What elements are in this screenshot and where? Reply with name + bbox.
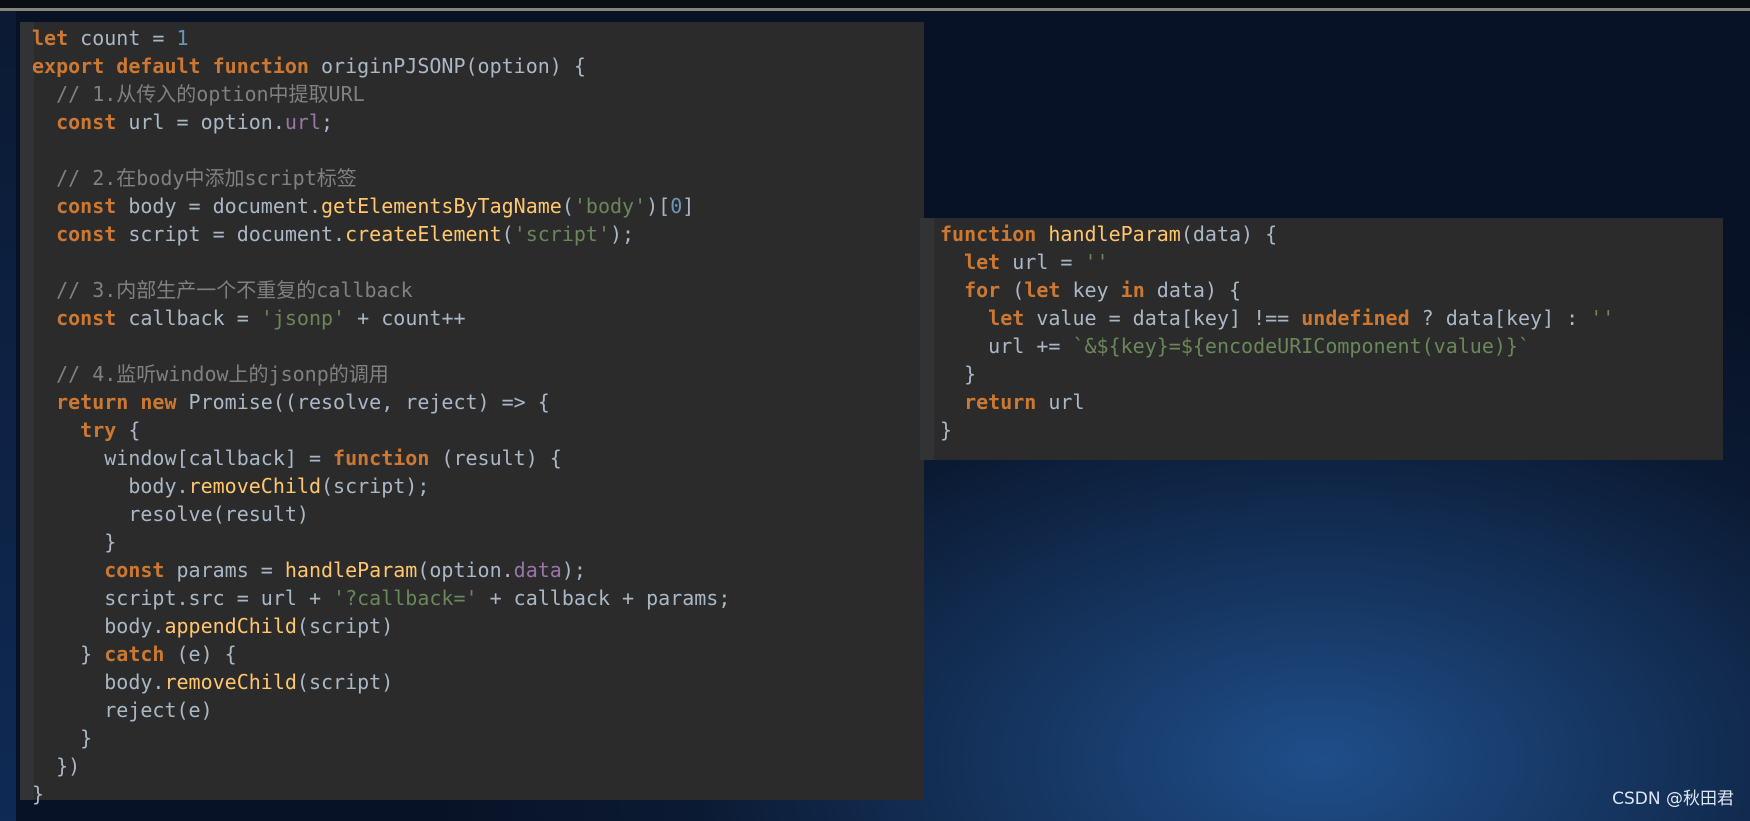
- code-block[interactable]: function handleParam(data) { let url = '…: [940, 220, 1614, 444]
- fold-gutter[interactable]: [920, 218, 934, 460]
- code-line[interactable]: function handleParam(data) {: [940, 220, 1614, 248]
- code-line[interactable]: } catch (e) {: [32, 640, 730, 668]
- code-line[interactable]: body.removeChild(script): [32, 668, 730, 696]
- code-line[interactable]: // 1.从传入的option中提取URL: [32, 80, 730, 108]
- code-line[interactable]: body.removeChild(script);: [32, 472, 730, 500]
- code-line[interactable]: reject(e): [32, 696, 730, 724]
- code-line[interactable]: ​: [32, 332, 730, 360]
- code-line[interactable]: resolve(result): [32, 500, 730, 528]
- code-line[interactable]: }: [32, 528, 730, 556]
- code-line[interactable]: const callback = 'jsonp' + count++: [32, 304, 730, 332]
- code-panel-originPJSONP[interactable]: let count = 1 export default function ori…: [20, 22, 924, 806]
- code-line[interactable]: }: [940, 416, 1614, 444]
- code-line[interactable]: export default function originPJSONP(opt…: [32, 52, 730, 80]
- code-line[interactable]: window[callback] = function (result) {: [32, 444, 730, 472]
- code-line[interactable]: ​: [32, 136, 730, 164]
- code-line[interactable]: }: [940, 360, 1614, 388]
- left-background-strip: [0, 11, 16, 821]
- code-panel-handleParam[interactable]: function handleParam(data) { let url = '…: [920, 218, 1723, 460]
- code-line[interactable]: return url: [940, 388, 1614, 416]
- code-line[interactable]: }: [32, 724, 730, 752]
- code-line[interactable]: ​: [32, 248, 730, 276]
- code-block[interactable]: let count = 1 export default function ori…: [32, 24, 730, 808]
- csdn-watermark: CSDN @秋田君: [1612, 789, 1734, 809]
- code-line[interactable]: const url = option.url;: [32, 108, 730, 136]
- code-line[interactable]: script.src = url + '?callback=' + callba…: [32, 584, 730, 612]
- code-line[interactable]: try {: [32, 416, 730, 444]
- code-line[interactable]: return new Promise((resolve, reject) => …: [32, 388, 730, 416]
- code-line[interactable]: let url = '': [940, 248, 1614, 276]
- code-line[interactable]: // 4.监听window上的jsonp的调用: [32, 360, 730, 388]
- code-line[interactable]: let value = data[key] !== undefined ? da…: [940, 304, 1614, 332]
- code-line[interactable]: const body = document.getElementsByTagNa…: [32, 192, 730, 220]
- top-shade: [0, 0, 1750, 8]
- code-line[interactable]: }): [32, 752, 730, 780]
- code-line[interactable]: let count = 1: [32, 24, 730, 52]
- code-line[interactable]: }: [32, 780, 730, 808]
- code-line[interactable]: url += `&${key}=${encodeURIComponent(val…: [940, 332, 1614, 360]
- code-line[interactable]: // 2.在body中添加script标签: [32, 164, 730, 192]
- code-line[interactable]: // 3.内部生产一个不重复的callback: [32, 276, 730, 304]
- code-line[interactable]: for (let key in data) {: [940, 276, 1614, 304]
- code-line[interactable]: const script = document.createElement('s…: [32, 220, 730, 248]
- top-divider: [0, 8, 1750, 11]
- code-line[interactable]: body.appendChild(script): [32, 612, 730, 640]
- code-line[interactable]: const params = handleParam(option.data);: [32, 556, 730, 584]
